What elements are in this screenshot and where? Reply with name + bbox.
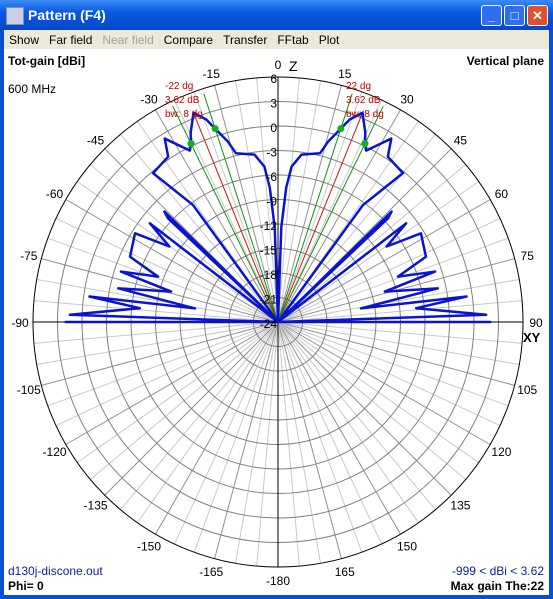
angle-tick-label: -15 bbox=[203, 67, 221, 81]
max-gain-annotation: 3.62 dB bbox=[346, 95, 381, 106]
radial-tick-label: -12 bbox=[260, 219, 278, 233]
radial-tick-label: -21 bbox=[260, 293, 278, 307]
polar-chart: 630-3-6-9-12-15-18-21-240153045607590105… bbox=[11, 58, 543, 588]
halfpower-marker bbox=[187, 140, 195, 148]
angle-tick-label: -180 bbox=[266, 574, 290, 588]
angle-tick-label: 15 bbox=[338, 67, 352, 81]
quantity-label: Tot-gain [dBi] bbox=[8, 54, 86, 68]
frequency-label: 600 MHz bbox=[8, 82, 57, 96]
angle-tick-label: 135 bbox=[450, 498, 470, 512]
radial-tick-label: -3 bbox=[266, 146, 277, 160]
angle-tick-label: 75 bbox=[521, 249, 535, 263]
phi-label: Phi= 0 bbox=[8, 579, 44, 593]
angle-tick-label: 105 bbox=[517, 383, 537, 397]
angle-tick-label: 30 bbox=[400, 93, 414, 107]
angle-tick-label: 150 bbox=[397, 539, 417, 553]
angle-tick-label: 120 bbox=[491, 445, 511, 459]
angle-tick-label: -45 bbox=[87, 134, 105, 148]
pattern-window: Pattern (F4) _ □ ✕ Show Far field Near fie… bbox=[0, 0, 553, 599]
angle-tick-label: -165 bbox=[199, 565, 223, 579]
angle-tick-label: -30 bbox=[140, 93, 158, 107]
angle-tick-label: 165 bbox=[335, 565, 355, 579]
max-gain-label: Max gain The:22 bbox=[450, 579, 544, 593]
angle-tick-label: -90 bbox=[11, 316, 29, 330]
max-gain-annotation: bw: 8 dg bbox=[165, 109, 203, 120]
halfpower-marker bbox=[337, 125, 345, 133]
angle-tick-label: -150 bbox=[137, 539, 161, 553]
radial-tick-label: -9 bbox=[266, 195, 277, 209]
radial-tick-label: 3 bbox=[270, 97, 277, 111]
halfpower-marker bbox=[211, 125, 219, 133]
radial-tick-label: -6 bbox=[266, 170, 277, 184]
angle-tick-label: -120 bbox=[43, 445, 67, 459]
max-gain-annotation: -22 dg bbox=[165, 81, 193, 92]
halfpower-marker bbox=[361, 140, 369, 148]
angle-tick-label: 90 bbox=[529, 316, 543, 330]
angle-tick-label: 60 bbox=[495, 187, 509, 201]
file-name: d130j-discone.out bbox=[8, 564, 103, 578]
angle-tick-label: -135 bbox=[84, 498, 108, 512]
radial-tick-label: 0 bbox=[270, 121, 277, 135]
gain-range: -999 < dBi < 3.62 bbox=[451, 564, 544, 578]
z-axis-label: Z bbox=[289, 58, 298, 74]
angle-tick-label: 45 bbox=[454, 134, 468, 148]
angle-tick-label: -75 bbox=[20, 249, 38, 263]
angle-tick-label: 0 bbox=[275, 58, 282, 72]
angle-tick-label: -105 bbox=[17, 383, 41, 397]
max-gain-annotation: bw: 8 dg bbox=[346, 109, 384, 120]
xy-axis-label: XY bbox=[523, 330, 541, 345]
radial-tick-label: 6 bbox=[270, 72, 277, 86]
radial-tick-label: -18 bbox=[260, 268, 278, 282]
radial-tick-label: -24 bbox=[260, 317, 278, 331]
max-gain-annotation: 22 dg bbox=[346, 81, 371, 92]
plane-label: Vertical plane bbox=[466, 54, 544, 68]
max-gain-annotation: 3.62 dB bbox=[165, 95, 200, 106]
radial-tick-label: -15 bbox=[260, 244, 278, 258]
angle-tick-label: -60 bbox=[46, 187, 64, 201]
